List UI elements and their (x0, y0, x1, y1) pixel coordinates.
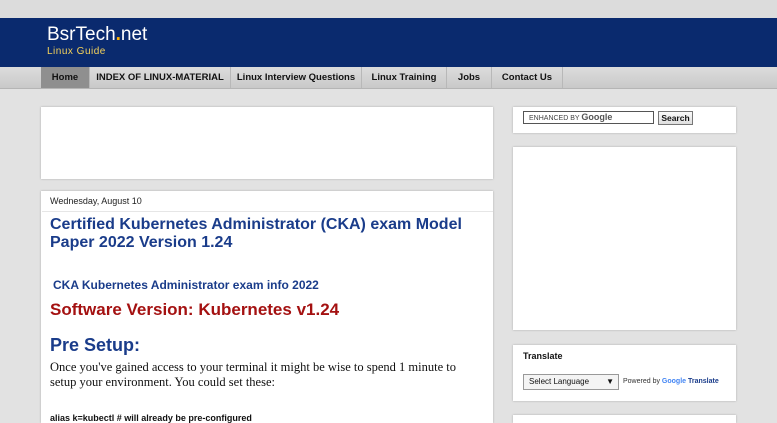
sidebar-ad-panel (513, 147, 736, 330)
chevron-down-icon: ▼ (606, 377, 614, 386)
post-paragraph: Once you've gained access to your termin… (50, 360, 456, 389)
site-header: BsrTech.net Linux Guide (0, 18, 777, 67)
post-divider (42, 211, 493, 212)
google-logo-small: Google (661, 378, 687, 385)
translate-title: Translate (523, 351, 563, 361)
pre-setup-heading: Pre Setup: (50, 335, 141, 355)
alias-code-line: alias k=kubectl # will already be pre-co… (50, 413, 252, 423)
search-input[interactable]: ENHANCED BY Google (523, 111, 654, 124)
logo-main-text: BsrTech (47, 24, 116, 45)
post-date: Wednesday, August 10 (50, 196, 142, 206)
language-select-value: Select Language (529, 377, 590, 386)
post-title[interactable]: Certified Kubernetes Administrator (CKA)… (50, 216, 480, 252)
nav-item-home[interactable]: Home (41, 67, 90, 88)
ad-panel (41, 107, 493, 179)
exam-info-link[interactable]: CKA Kubernetes Administrator exam info 2… (53, 278, 319, 292)
top-bar (0, 0, 777, 18)
site-logo[interactable]: BsrTech.net (47, 25, 147, 45)
powered-by-label: Powered by (623, 378, 660, 385)
search-button[interactable]: Search (658, 111, 693, 125)
nav-item-contact-us[interactable]: Contact Us (492, 67, 563, 88)
google-logo: Google (581, 112, 613, 122)
search-enhanced-label: ENHANCED BY (529, 115, 580, 122)
nav-item-linux-interview-questions[interactable]: Linux Interview Questions (231, 67, 362, 88)
translate-link[interactable]: Translate (688, 378, 719, 385)
nav-item-jobs[interactable]: Jobs (447, 67, 492, 88)
software-version-heading: Software Version: Kubernetes v1.24 (50, 300, 340, 319)
site-tagline: Linux Guide (47, 46, 106, 57)
nav-item-index-linux-material[interactable]: INDEX OF LINUX-MATERIAL (90, 67, 231, 88)
sidebar-next-panel (513, 415, 736, 423)
language-select[interactable]: Select Language ▼ (523, 374, 619, 390)
nav-item-linux-training[interactable]: Linux Training (362, 67, 447, 88)
main-nav: Home INDEX OF LINUX-MATERIAL Linux Inter… (0, 67, 777, 89)
logo-tld-text: net (120, 24, 148, 45)
powered-by-google-translate: Powered by Google Translate (623, 378, 719, 385)
